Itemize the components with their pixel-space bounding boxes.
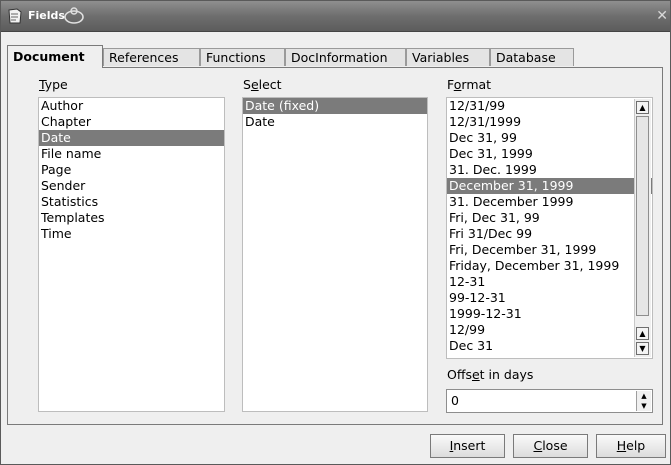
select-label-ul: e bbox=[250, 77, 259, 92]
offset-label-ul: e bbox=[471, 367, 480, 382]
swirl-icon bbox=[64, 7, 84, 24]
type-list-item[interactable]: Chapter bbox=[39, 114, 224, 130]
tab-references[interactable]: References bbox=[103, 48, 200, 66]
title-bar[interactable]: Fields ✕ bbox=[1, 1, 670, 32]
type-list-item[interactable]: Date bbox=[39, 130, 224, 146]
spin-down-icon[interactable]: ▼ bbox=[637, 401, 651, 411]
insert-rest: nsert bbox=[453, 438, 486, 453]
help-rest: elp bbox=[626, 438, 646, 453]
help-ul: H bbox=[616, 438, 627, 453]
offset-label-pre: Offs bbox=[447, 367, 472, 382]
tab-database[interactable]: Database bbox=[490, 48, 574, 66]
format-label-pre: F bbox=[447, 77, 454, 92]
scrollbar-thumb[interactable] bbox=[636, 116, 649, 316]
offset-label-rest: t in days bbox=[479, 367, 534, 382]
select-label-rest: lect bbox=[258, 77, 282, 92]
format-list-item[interactable]: 12/31/1999 bbox=[447, 114, 652, 130]
scroll-down-icon[interactable]: ▼ bbox=[636, 342, 649, 355]
format-list-item[interactable]: December 31, 1999 bbox=[447, 178, 652, 194]
tab-functions[interactable]: Functions bbox=[200, 48, 285, 66]
type-list-item[interactable]: Page bbox=[39, 162, 224, 178]
type-list-item[interactable]: Templates bbox=[39, 210, 224, 226]
scroll-up-icon[interactable]: ▲ bbox=[636, 101, 649, 114]
format-label-rest: rmat bbox=[461, 77, 492, 92]
format-list-item[interactable]: Fri, Dec 31, 99 bbox=[447, 210, 652, 226]
format-list-item[interactable]: 31. Dec. 1999 bbox=[447, 162, 652, 178]
format-list-item[interactable]: 1999-12-31 bbox=[447, 306, 652, 322]
type-list-item[interactable]: Time bbox=[39, 226, 224, 242]
tab-variables[interactable]: Variables bbox=[406, 48, 490, 66]
tab-document[interactable]: Document bbox=[7, 45, 103, 68]
insert-button[interactable]: Insert bbox=[430, 434, 505, 458]
scroll-up-icon[interactable]: ▲ bbox=[636, 327, 649, 340]
format-list-box[interactable]: 12/31/99 12/31/1999 Dec 31, 99 Dec 31, 1999… bbox=[446, 97, 653, 359]
help-button[interactable]: Help bbox=[596, 434, 666, 458]
spinner-buttons[interactable]: ▲ ▼ bbox=[636, 391, 651, 411]
window-title: Fields bbox=[28, 9, 65, 22]
format-list-item[interactable]: 12/99 bbox=[447, 322, 652, 338]
type-label-rest: ype bbox=[44, 77, 68, 92]
select-list[interactable]: Date (fixed) Date bbox=[242, 97, 428, 412]
select-label: Select bbox=[243, 77, 282, 92]
type-list-item[interactable]: Author bbox=[39, 98, 224, 114]
offset-spinner[interactable]: 0 ▲ ▼ bbox=[446, 389, 653, 413]
format-list-item[interactable]: Dec 31, 99 bbox=[447, 130, 652, 146]
close-ul: C bbox=[533, 438, 543, 453]
type-list[interactable]: Author Chapter Date File name Page Sender Stat… bbox=[38, 97, 225, 412]
select-list-item[interactable]: Date bbox=[243, 114, 427, 130]
format-list-item[interactable]: 31. December 1999 bbox=[447, 194, 652, 210]
select-label-pre: S bbox=[243, 77, 251, 92]
format-list-item[interactable]: Fri, December 31, 1999 bbox=[447, 242, 652, 258]
close-button[interactable]: Close bbox=[513, 434, 588, 458]
format-list-item[interactable]: Fri 31/Dec 99 bbox=[447, 226, 652, 242]
format-list-item[interactable]: Dec 31 bbox=[447, 338, 652, 354]
format-list-item[interactable]: 99-12-31 bbox=[447, 290, 652, 306]
document-icon bbox=[8, 8, 22, 24]
format-list[interactable]: 12/31/99 12/31/1999 Dec 31, 99 Dec 31, 1999… bbox=[447, 98, 652, 354]
tab-docinformation[interactable]: DocInformation bbox=[285, 48, 406, 66]
format-list-item[interactable]: Friday, December 31, 1999 bbox=[447, 258, 652, 274]
fields-dialog: Fields ✕ Document References Functions D… bbox=[0, 0, 671, 465]
format-list-item[interactable]: Dec 31, 1999 bbox=[447, 146, 652, 162]
spin-up-icon[interactable]: ▲ bbox=[637, 391, 651, 401]
type-list-item[interactable]: File name bbox=[39, 146, 224, 162]
format-list-item[interactable]: 12-31 bbox=[447, 274, 652, 290]
format-scrollbar[interactable]: ▲ ▲ ▼ bbox=[634, 99, 651, 357]
type-list-item[interactable]: Sender bbox=[39, 178, 224, 194]
format-list-item[interactable]: 12/31/99 bbox=[447, 98, 652, 114]
select-list-item[interactable]: Date (fixed) bbox=[243, 98, 427, 114]
type-list-item[interactable]: Statistics bbox=[39, 194, 224, 210]
close-icon[interactable]: ✕ bbox=[656, 8, 668, 24]
offset-label: Offset in days bbox=[447, 367, 533, 382]
type-label: Type bbox=[39, 77, 68, 92]
close-rest: lose bbox=[542, 438, 568, 453]
offset-value[interactable]: 0 bbox=[451, 393, 459, 408]
format-label: Format bbox=[447, 77, 491, 92]
